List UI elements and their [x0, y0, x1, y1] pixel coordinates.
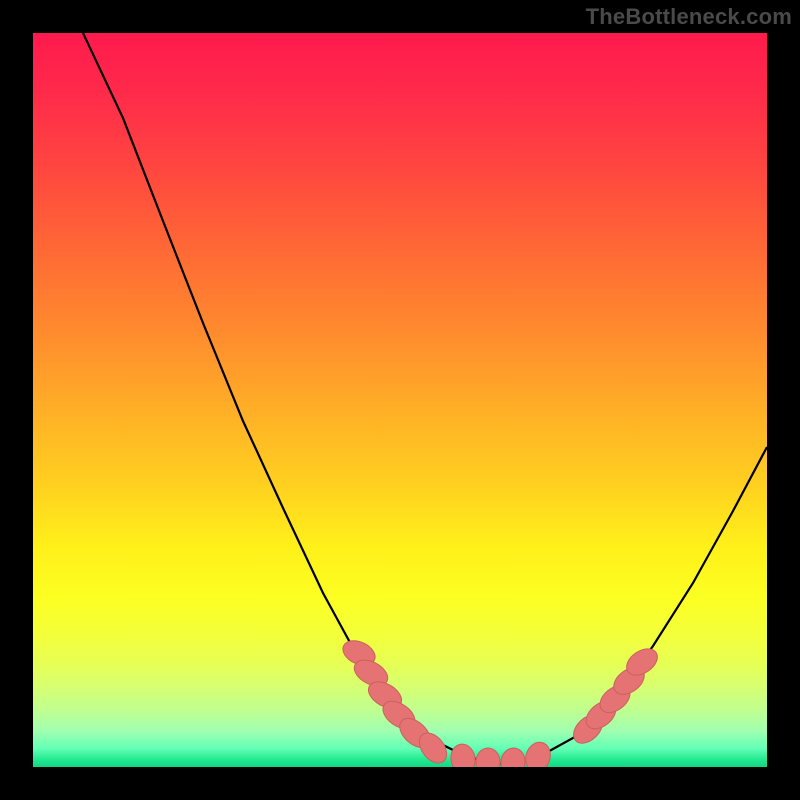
watermark-text: TheBottleneck.com	[586, 4, 792, 30]
curve-marker	[522, 739, 554, 767]
marker-group	[339, 636, 662, 767]
curve-marker	[476, 748, 500, 767]
chart-frame: TheBottleneck.com	[0, 0, 800, 800]
plot-area	[33, 33, 767, 767]
chart-svg	[33, 33, 767, 767]
curve-marker	[499, 746, 527, 767]
curve-marker	[449, 742, 478, 767]
bottleneck-curve	[83, 33, 767, 764]
